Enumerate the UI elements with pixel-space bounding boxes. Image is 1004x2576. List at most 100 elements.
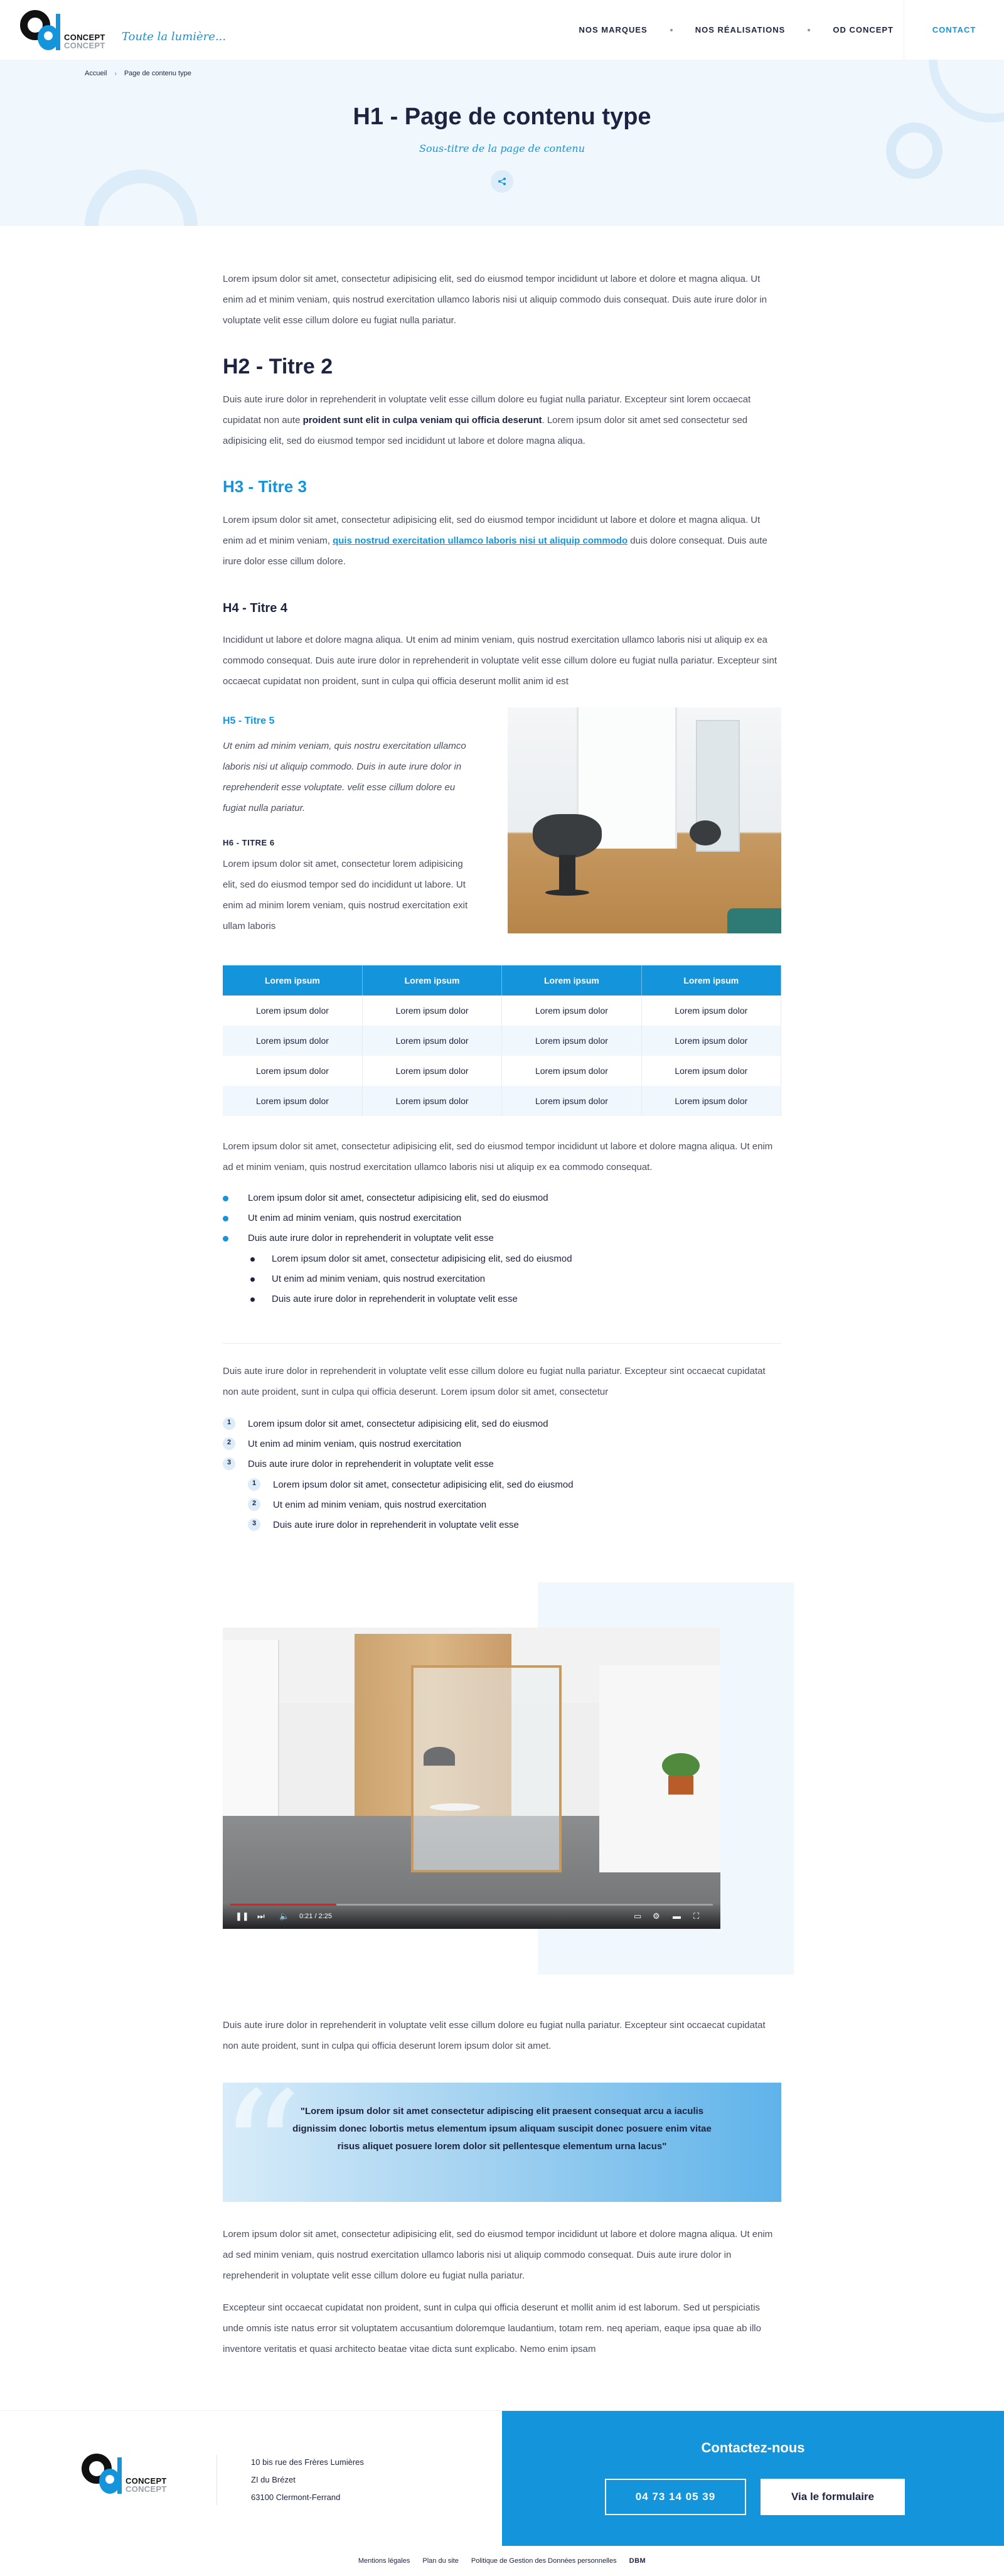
table-cell: Lorem ipsum dolor	[223, 996, 363, 1026]
table-cell: Lorem ipsum dolor	[641, 1086, 782, 1116]
legal-link-privacy[interactable]: Politique de Gestion des Données personn…	[471, 2557, 617, 2565]
video-player[interactable]: ❚❚ ⏭ 🔈 0:21 / 2:25 ▭ ⚙ ▬ ⛶	[223, 1628, 720, 1929]
heading-h4: H4 - Titre 4	[223, 601, 287, 615]
sub-list-item: Lorem ipsum dolor sit amet, consectetur …	[250, 1253, 572, 1264]
site-header: CONCEPT CONCEPT Toute la lumière... NOS …	[0, 0, 1004, 60]
ordered-sub-list-item: 1 Lorem ipsum dolor sit amet, consectetur…	[248, 1478, 574, 1491]
list-item-text: Duis aute irure dolor in reprehenderit i…	[272, 1294, 518, 1304]
video-time: 0:21 / 2:25	[299, 1913, 332, 1920]
footer-divider	[216, 2455, 217, 2505]
od-concept-logo[interactable]: CONCEPT CONCEPT	[20, 10, 114, 51]
showroom-photo	[508, 707, 781, 933]
ordered-list-item: 1 Lorem ipsum dolor sit amet, consectetur…	[223, 1417, 548, 1430]
decorative-circle	[85, 169, 198, 226]
video-controls: ❚❚ ⏭ 🔈 0:21 / 2:25 ▭ ⚙ ▬ ⛶	[223, 1902, 720, 1929]
sub-list-item: Ut enim ad minim veniam, quis nostrud ex…	[250, 1274, 485, 1284]
list-number: 3	[227, 1459, 232, 1466]
sub-list-item: Duis aute irure dolor in reprehenderit i…	[250, 1294, 518, 1304]
legal-link-mentions[interactable]: Mentions légales	[358, 2557, 410, 2565]
breadcrumb: Accueil › Page de contenu type	[85, 70, 191, 77]
logo-word-secondary: CONCEPT	[125, 2484, 167, 2494]
next-icon[interactable]: ⏭	[257, 1911, 265, 1921]
list-number: 2	[252, 1500, 257, 1507]
subtitles-icon[interactable]: ▭	[634, 1911, 641, 1921]
nav-od-concept[interactable]: OD CONCEPT	[810, 25, 916, 35]
table-cell: Lorem ipsum dolor	[501, 1056, 642, 1086]
ordered-list-item: 3 Duis aute irure dolor in reprehenderit …	[223, 1457, 494, 1470]
list-item-text: Ut enim ad minim veniam, quis nostrud ex…	[248, 1213, 462, 1223]
volume-icon[interactable]: 🔈	[279, 1911, 289, 1921]
inline-link[interactable]: quis nostrud exercitation ullamco labori…	[333, 535, 628, 546]
footer-address: 10 bis rue des Frères Lumières ZI du Bré…	[251, 2454, 364, 2506]
fullscreen-icon[interactable]: ⛶	[693, 1911, 699, 1921]
table-cell: Lorem ipsum dolor	[362, 1026, 503, 1056]
table-cell: Lorem ipsum dolor	[501, 996, 642, 1026]
content-table: Lorem ipsum Lorem ipsum Lorem ipsum Lore…	[223, 965, 782, 1116]
list-item-text: Lorem ipsum dolor sit amet, consectetur …	[272, 1253, 572, 1264]
chevron-right-icon: ›	[114, 70, 117, 77]
share-button[interactable]	[491, 170, 513, 193]
bullet-icon	[223, 1215, 228, 1221]
bold-text: proident sunt elit in culpa veniam qui o…	[302, 415, 542, 426]
heading-h5: H5 - Titre 5	[223, 716, 275, 726]
table-cell: Lorem ipsum dolor	[362, 1056, 503, 1086]
nav-nos-marques[interactable]: NOS MARQUES	[556, 25, 670, 35]
tagline: Toute la lumière...	[122, 30, 227, 43]
list-number: 3	[252, 1520, 257, 1527]
quote-text: "Lorem ipsum dolor sit amet consectetur …	[292, 2106, 712, 2152]
bullet-icon	[250, 1297, 255, 1302]
paragraph-h6: Lorem ipsum dolor sit amet, consectetur …	[223, 859, 468, 931]
bullet-icon	[223, 1195, 228, 1201]
theater-mode-icon[interactable]: ▬	[673, 1911, 681, 1921]
table-cell: Lorem ipsum dolor	[501, 1026, 642, 1056]
post-video-paragraph: Duis aute irure dolor in reprehenderit i…	[223, 2020, 766, 2051]
paragraph-h2: Duis aute irure dolor in reprehenderit i…	[223, 389, 781, 451]
table-header-cell: Lorem ipsum	[641, 965, 782, 996]
table-cell: Lorem ipsum dolor	[641, 996, 782, 1026]
agency-logo[interactable]: DBM	[629, 2557, 646, 2565]
address-line: 63100 Clermont-Ferrand	[251, 2493, 341, 2502]
list-item-text: Lorem ipsum dolor sit amet, consectetur …	[273, 1479, 574, 1490]
page-subtitle: Sous-titre de la page de contenu	[419, 142, 585, 154]
ordered-sub-list-item: 3 Duis aute irure dolor in reprehenderit …	[248, 1518, 519, 1531]
legal-bar: Mentions légales Plan du site Politique …	[0, 2546, 1004, 2576]
legal-link-sitemap[interactable]: Plan du site	[422, 2557, 458, 2565]
table-header-cell: Lorem ipsum	[223, 965, 363, 996]
paragraph-h4: Incididunt ut labore et dolore magna ali…	[223, 635, 777, 687]
heading-h2: H2 - Titre 2	[223, 355, 333, 378]
breadcrumb-home[interactable]: Accueil	[85, 70, 107, 77]
logo-word-secondary: CONCEPT	[64, 41, 105, 50]
table-header-row: Lorem ipsum Lorem ipsum Lorem ipsum Lore…	[223, 965, 782, 996]
ordered-sub-list-item: 2 Ut enim ad minim veniam, quis nostrud e…	[248, 1498, 486, 1511]
nav-separator	[808, 28, 811, 31]
address-line: 10 bis rue des Frères Lumières	[251, 2457, 364, 2467]
contact-form-button[interactable]: Via le formulaire	[761, 2479, 905, 2515]
contact-button[interactable]: CONTACT	[904, 0, 1004, 60]
table-header-cell: Lorem ipsum	[362, 965, 503, 996]
pause-icon[interactable]: ❚❚	[235, 1911, 249, 1921]
footer-logo[interactable]: CONCEPT CONCEPT	[82, 2454, 182, 2504]
breadcrumb-current: Page de contenu type	[124, 70, 191, 77]
settings-gear-icon[interactable]: ⚙	[653, 1911, 660, 1921]
list-item: Lorem ipsum dolor sit amet, consectetur …	[223, 1193, 548, 1203]
table-row: Lorem ipsum dolor Lorem ipsum dolor Lore…	[223, 1086, 782, 1116]
nav-separator	[670, 28, 673, 31]
bullet-icon	[223, 1235, 228, 1242]
intro-paragraph: Lorem ipsum dolor sit amet, consectetur …	[223, 274, 767, 326]
list-number: 2	[227, 1439, 232, 1446]
phone-button[interactable]: 04 73 14 05 39	[605, 2479, 746, 2515]
share-icon	[498, 178, 506, 185]
heading-h3: H3 - Titre 3	[223, 477, 307, 496]
nav-nos-realisations[interactable]: NOS RÉALISATIONS	[673, 25, 808, 35]
table-row: Lorem ipsum dolor Lorem ipsum dolor Lore…	[223, 1026, 782, 1056]
list-number: 1	[252, 1479, 257, 1487]
footer-contact-panel: Contactez-nous 04 73 14 05 39 Via le for…	[502, 2411, 1004, 2546]
site-footer: CONCEPT CONCEPT 10 bis rue des Frères Lu…	[0, 2410, 1004, 2546]
list-item: Ut enim ad minim veniam, quis nostrud ex…	[223, 1213, 461, 1223]
table-row: Lorem ipsum dolor Lorem ipsum dolor Lore…	[223, 996, 782, 1026]
video-progress-bar[interactable]	[230, 1904, 713, 1906]
divider	[223, 1343, 781, 1344]
list-item-text: Duis aute irure dolor in reprehenderit i…	[248, 1458, 494, 1469]
table-cell: Lorem ipsum dolor	[223, 1056, 363, 1086]
list-item-text: Duis aute irure dolor in reprehenderit i…	[273, 1519, 519, 1530]
